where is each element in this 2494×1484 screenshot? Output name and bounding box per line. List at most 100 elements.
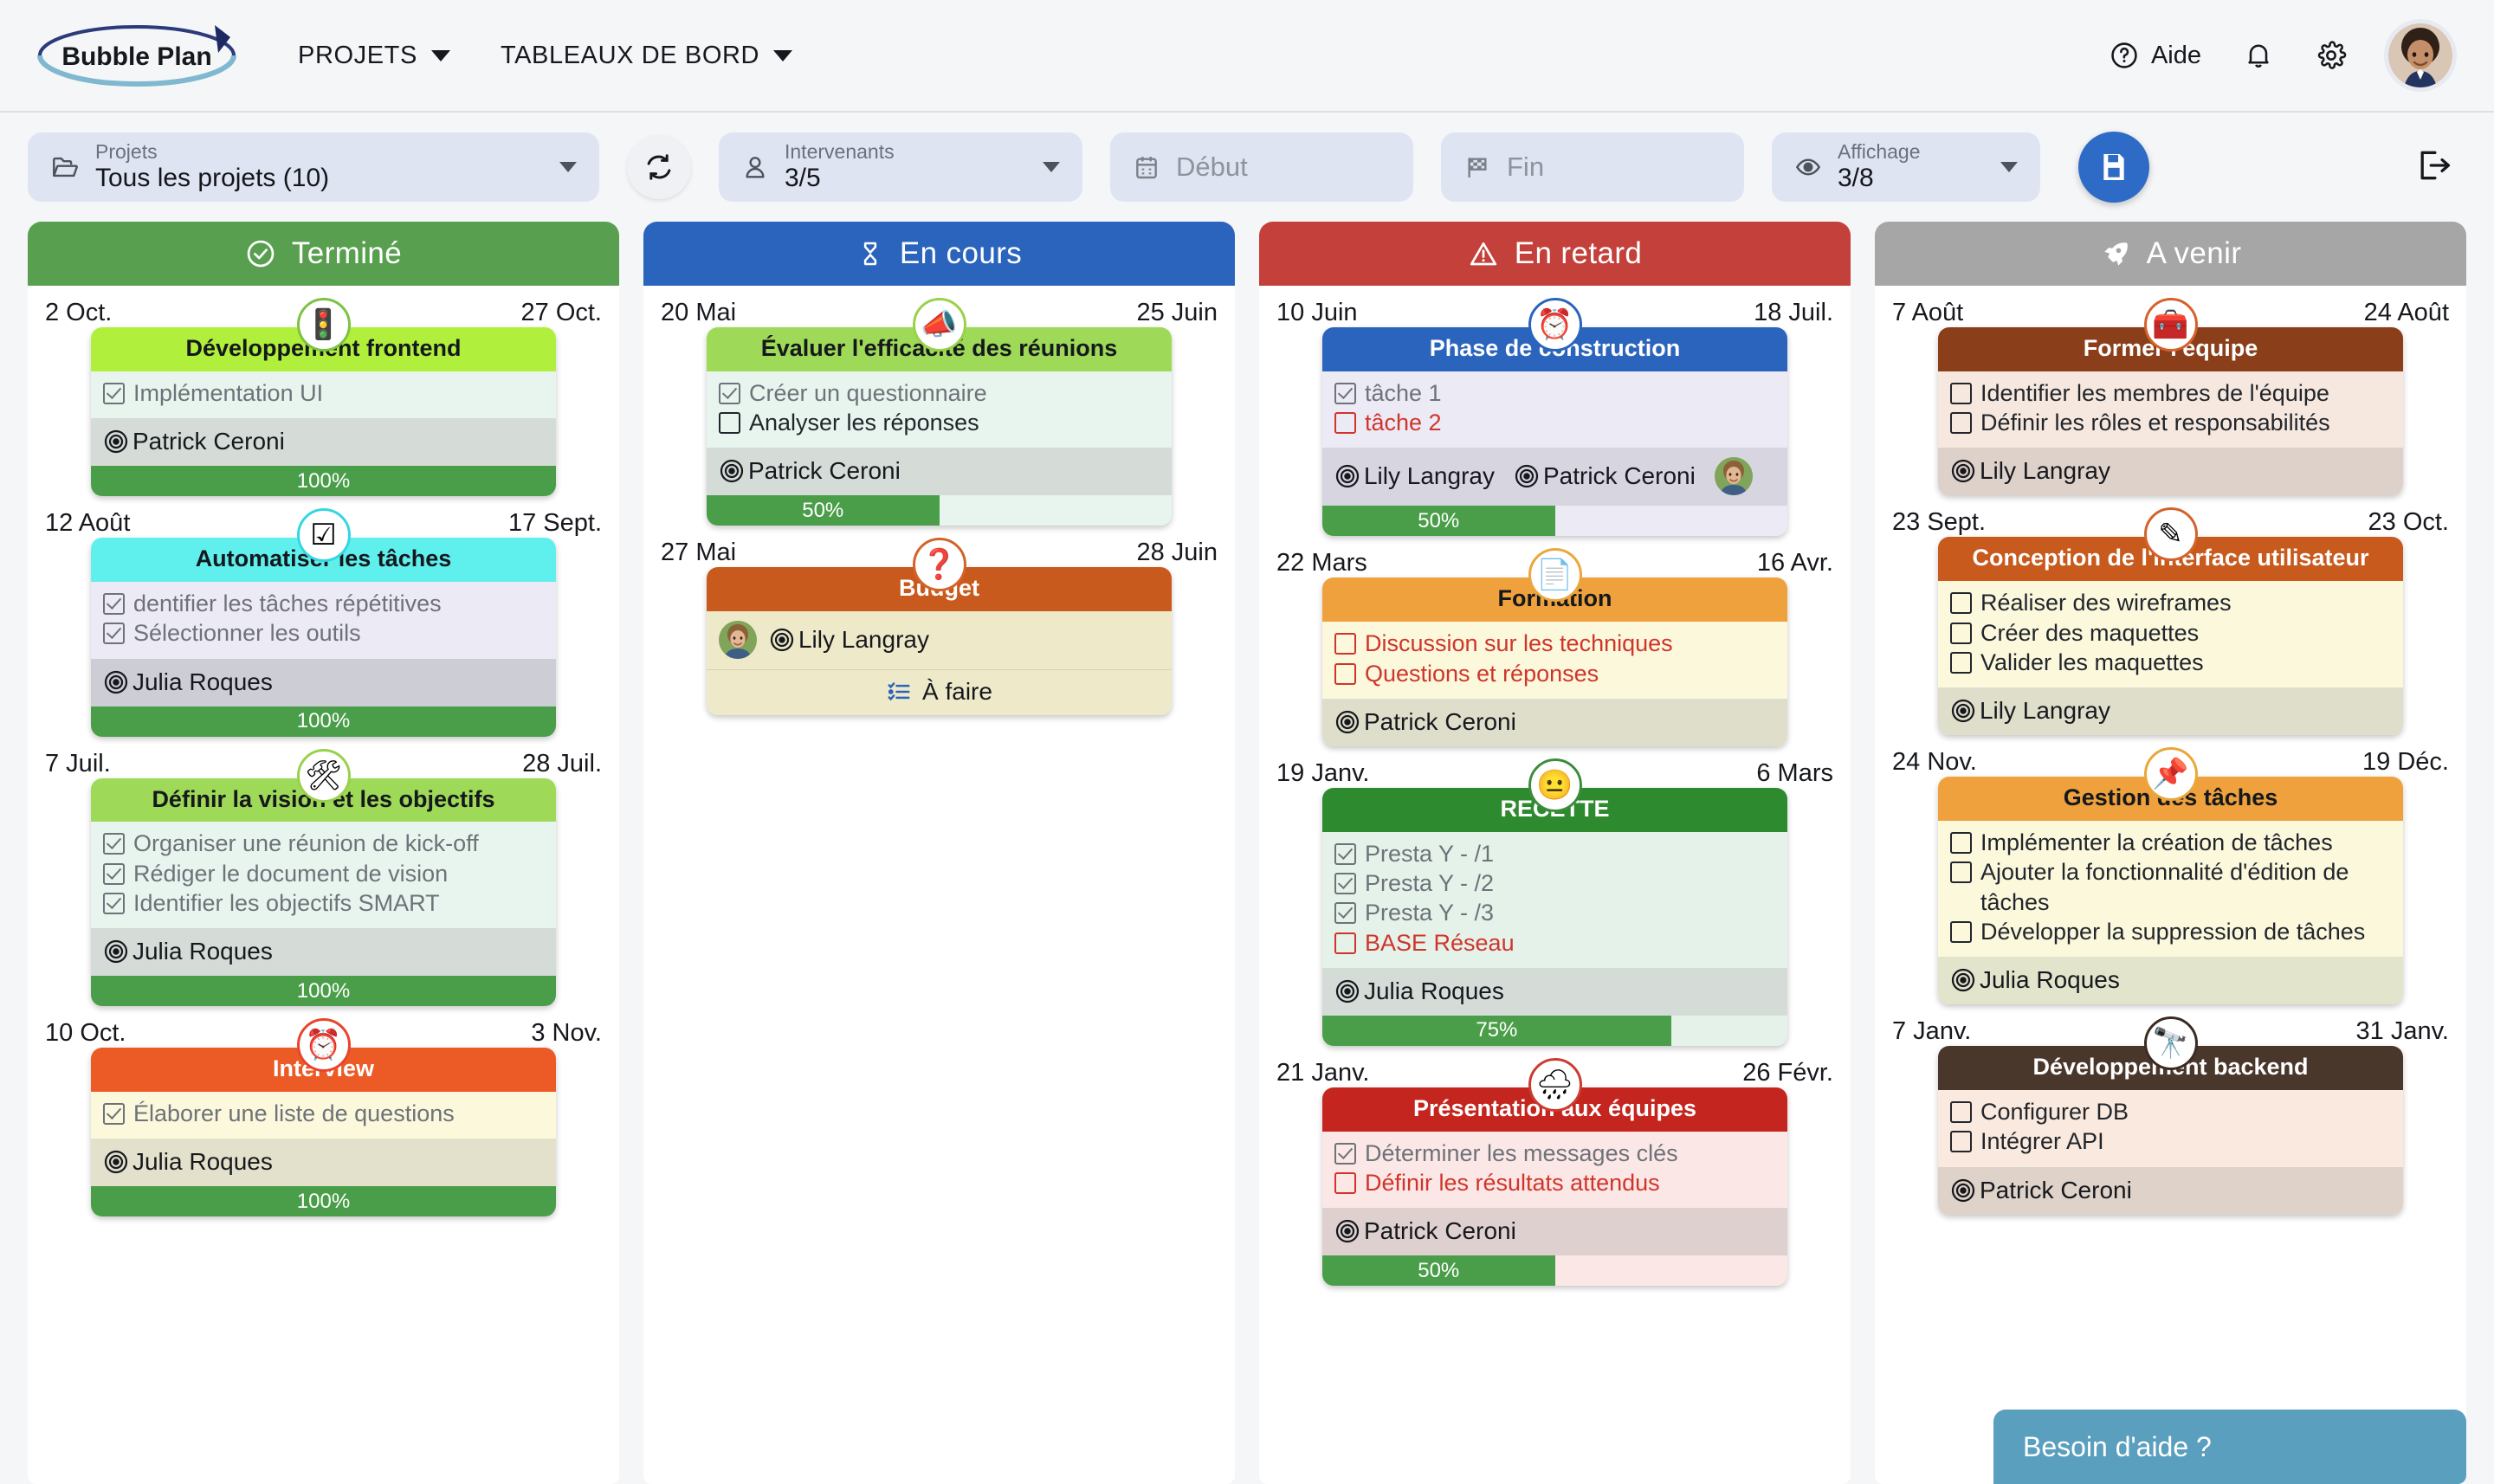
affichage-filter[interactable]: Affichage 3/8 [1772, 132, 2040, 202]
card[interactable]: Définir la vision et les objectifsOrgani… [91, 778, 556, 1007]
traffic-light-icon[interactable]: 🚦 [297, 298, 351, 352]
card-task-item[interactable]: Discussion sur les techniques [1334, 629, 1775, 658]
checkbox-empty-icon[interactable] [1334, 1172, 1356, 1194]
task-card[interactable]: 7 Juil.28 Juil.🛠Définir la vision et les… [43, 749, 604, 1007]
menu-item-tableaux-de-bord[interactable]: TABLEAUX DE BORD [501, 42, 792, 70]
assignee[interactable]: Patrick Ceroni [1950, 1177, 2132, 1204]
checkbox-empty-icon[interactable] [1950, 652, 1972, 674]
card-task-item[interactable]: Analyser les réponses [719, 408, 1160, 437]
card[interactable]: Développement frontendImplémentation UIP… [91, 327, 556, 496]
task-card[interactable]: 10 Oct.3 Nov.⏰InterviewÉlaborer une list… [43, 1018, 604, 1216]
card-task-item[interactable]: Rédiger le document de vision [103, 859, 544, 888]
checkbox-checked-icon[interactable] [1334, 902, 1356, 924]
card[interactable]: Évaluer l'efficacité des réunionsCréer u… [707, 327, 1172, 526]
task-card[interactable]: 22 Mars16 Avr.📄FormationDiscussion sur l… [1275, 548, 1835, 745]
card-task-item[interactable]: Identifier les membres de l'équipe [1950, 378, 2391, 408]
card[interactable]: Développement backendConfigurer DBIntégr… [1938, 1046, 2403, 1214]
card-task-item[interactable]: Identifier les objectifs SMART [103, 888, 544, 918]
checkbox-empty-icon[interactable] [1950, 592, 1972, 614]
checkbox-empty-icon[interactable] [1334, 412, 1356, 434]
assignee-avatar[interactable] [1715, 457, 1753, 495]
task-card[interactable]: 21 Janv.26 Févr.🌧Présentation aux équipe… [1275, 1058, 1835, 1286]
card-footer[interactable]: À faire [707, 669, 1172, 715]
checkbox-checked-icon[interactable] [719, 383, 740, 404]
card-task-item[interactable]: dentifier les tâches répétitives [103, 589, 544, 618]
card[interactable]: FormationDiscussion sur les techniquesQu… [1322, 577, 1787, 745]
card[interactable]: InterviewÉlaborer une liste de questions… [91, 1048, 556, 1216]
task-card[interactable]: 24 Nov.19 Déc.📌Gestion des tâchesImpléme… [1890, 747, 2451, 1004]
menu-item-projets[interactable]: PROJETS [298, 42, 450, 70]
task-card[interactable]: 12 Août17 Sept.☑Automatiser les tâchesde… [43, 508, 604, 736]
assignee[interactable]: Patrick Ceroni [1334, 1217, 1516, 1245]
document-icon[interactable]: 📄 [1528, 548, 1582, 602]
alarm-clock-icon[interactable]: ⏰ [1528, 298, 1582, 352]
assignee[interactable]: Patrick Ceroni [103, 428, 285, 455]
card-task-item[interactable]: Réaliser des wireframes [1950, 588, 2391, 617]
checkbox-empty-icon[interactable] [1950, 383, 1972, 404]
checkbox-empty-icon[interactable] [1950, 1101, 1972, 1123]
checkbox-empty-icon[interactable] [1950, 412, 1972, 434]
export-button[interactable] [2414, 146, 2452, 189]
pushpin-icon[interactable]: 📌 [2144, 747, 2198, 801]
assignee[interactable]: Lily Langray [1334, 462, 1495, 490]
end-date-filter[interactable]: Fin [1441, 132, 1744, 202]
toolbox-icon[interactable]: 🧰 [2144, 298, 2198, 352]
checkbox-checked-icon[interactable] [103, 383, 125, 404]
task-card[interactable]: 23 Sept.23 Oct.✎Conception de l'interfac… [1890, 507, 2451, 735]
assignee[interactable]: Lily Langray [1950, 697, 2110, 725]
card-task-item[interactable]: Créer des maquettes [1950, 618, 2391, 648]
task-card[interactable]: 27 Mai28 Juin❓BudgetLily LangrayÀ faire [659, 538, 1219, 715]
start-date-filter[interactable]: Début [1110, 132, 1413, 202]
save-button[interactable] [2078, 132, 2149, 203]
card-task-item[interactable]: Presta Y - /3 [1334, 898, 1775, 927]
card[interactable]: Gestion des tâchesImplémenter la créatio… [1938, 777, 2403, 1004]
card-task-item[interactable]: Ajouter la fonctionnalité d'édition de t… [1950, 857, 2391, 917]
neutral-face-icon[interactable]: 😐 [1528, 758, 1582, 812]
checkbox-empty-icon[interactable] [719, 412, 740, 434]
checkbox-checked-icon[interactable] [103, 593, 125, 615]
alarm-clock-icon[interactable]: ⏰ [297, 1018, 351, 1072]
card-task-item[interactable]: Organiser une réunion de kick-off [103, 829, 544, 858]
card-task-item[interactable]: Configurer DB [1950, 1097, 2391, 1126]
checkbox-checked-icon[interactable] [103, 833, 125, 855]
assignee[interactable]: Julia Roques [1950, 966, 2120, 994]
assignee[interactable]: Julia Roques [103, 1148, 273, 1176]
card-task-item[interactable]: tâche 1 [1334, 378, 1775, 408]
card-task-item[interactable]: Créer un questionnaire [719, 378, 1160, 408]
card-task-item[interactable]: Sélectionner les outils [103, 618, 544, 648]
task-card[interactable]: 7 Janv.31 Janv.🔭Développement backendCon… [1890, 1016, 2451, 1214]
need-help-widget[interactable]: Besoin d'aide ? [1993, 1410, 2466, 1484]
task-card[interactable]: 19 Janv.6 Mars😐RECETTEPresta Y - /1Prest… [1275, 758, 1835, 1046]
bell-icon[interactable] [2243, 40, 2274, 71]
card[interactable]: Former l'équipeIdentifier les membres de… [1938, 327, 2403, 495]
assignee[interactable]: Lily Langray [719, 621, 929, 659]
card-task-item[interactable]: Définir les rôles et responsabilités [1950, 408, 2391, 437]
help-button[interactable]: Aide [2110, 41, 2201, 70]
checkbox-empty-icon[interactable] [1950, 832, 1972, 854]
checkbox-checked-icon[interactable] [1334, 383, 1356, 404]
checkbox-empty-icon[interactable] [1334, 633, 1356, 655]
assignee[interactable]: Patrick Ceroni [1514, 462, 1696, 490]
card-task-item[interactable]: Presta Y - /2 [1334, 868, 1775, 898]
checkbox-checked-icon[interactable] [103, 1103, 125, 1125]
checkbox-checked-icon[interactable] [103, 623, 125, 644]
task-card[interactable]: 2 Oct.27 Oct.🚦Développement frontendImpl… [43, 298, 604, 496]
rain-cloud-icon[interactable]: 🌧 [1528, 1058, 1582, 1112]
question-icon[interactable]: ❓ [913, 538, 966, 591]
task-card[interactable]: 10 Juin18 Juil.⏰Phase de constructiontâc… [1275, 298, 1835, 536]
card[interactable]: Phase de constructiontâche 1tâche 2Lily … [1322, 327, 1787, 536]
card-task-item[interactable]: Presta Y - /1 [1334, 839, 1775, 868]
checkbox-checked-icon[interactable] [1334, 873, 1356, 894]
assignee[interactable]: Patrick Ceroni [719, 457, 901, 485]
assignee[interactable]: Julia Roques [1334, 978, 1504, 1005]
checkbox-checked-icon[interactable] [103, 863, 125, 885]
card-task-item[interactable]: Implémentation UI [103, 378, 544, 408]
assignee[interactable]: Lily Langray [1950, 457, 2110, 485]
checkbox-empty-icon[interactable] [1950, 623, 1972, 644]
task-card[interactable]: 20 Mai25 Juin📣Évaluer l'efficacité des r… [659, 298, 1219, 526]
card[interactable]: RECETTEPresta Y - /1Presta Y - /2Presta … [1322, 788, 1787, 1046]
task-card[interactable]: 7 Août24 Août🧰Former l'équipeIdentifier … [1890, 298, 2451, 495]
checkbox-empty-icon[interactable] [1334, 663, 1356, 685]
avatar[interactable] [2388, 23, 2452, 87]
gear-icon[interactable] [2316, 40, 2347, 71]
